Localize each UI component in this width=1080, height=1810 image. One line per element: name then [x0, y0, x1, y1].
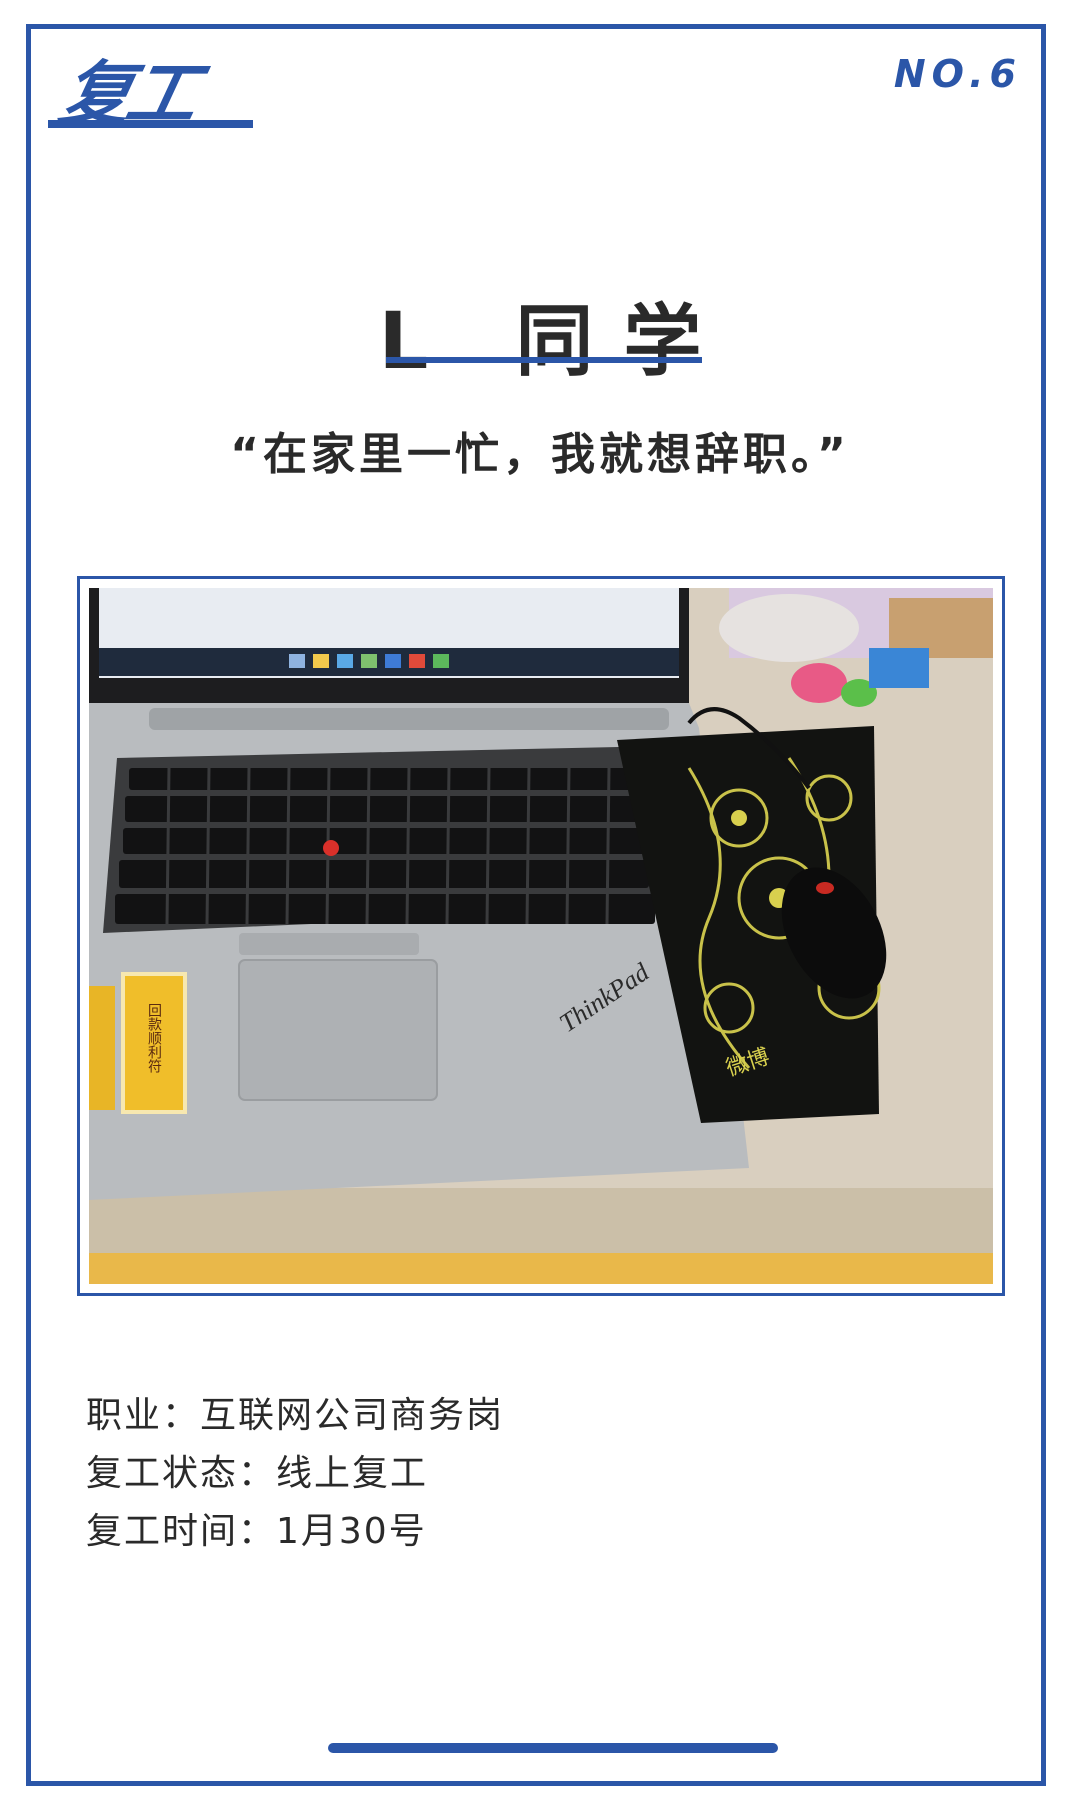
occupation-line: 职业：互联网公司商务岗 — [86, 1395, 505, 1436]
logo: 复工 — [48, 53, 253, 135]
bottom-bar — [328, 1743, 778, 1753]
profile-quote: “在家里一忙，我就想辞职。” — [230, 429, 850, 480]
laptop-desk-photo: ThinkPad 回款顺利符 微博 — [89, 588, 993, 1284]
photo-frame: ThinkPad 回款顺利符 微博 — [77, 576, 1005, 1296]
date-line: 复工时间：1月30号 — [86, 1511, 427, 1552]
issue-number: NO.6 — [893, 52, 1022, 96]
profile-name: L 同学 — [378, 297, 732, 387]
name-underline — [386, 357, 702, 363]
logo-underline — [48, 120, 253, 128]
charm-text: 回款顺利符 — [146, 1003, 162, 1074]
name-heading-wrap: L 同学 — [0, 292, 1080, 392]
status-line: 复工状态：线上复工 — [86, 1453, 429, 1494]
